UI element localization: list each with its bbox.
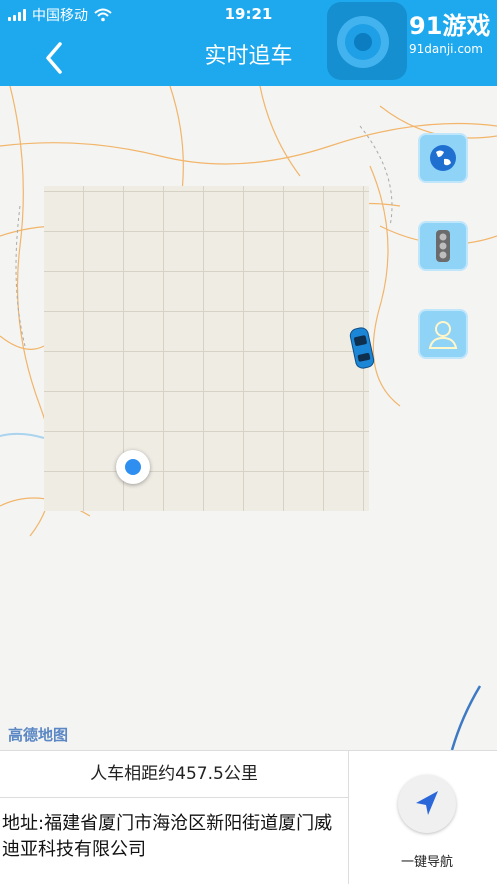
map-view[interactable]: 高德地图 <box>0 86 497 750</box>
navigation-arrow-icon <box>416 791 438 815</box>
navigate-label: 一键导航 <box>400 855 453 870</box>
watermark-ball-icon <box>327 2 407 80</box>
watermark-url: 91danji.com <box>409 42 483 56</box>
distance-text: 人车相距约457.5公里 <box>0 751 348 798</box>
navigate-button[interactable] <box>398 775 456 833</box>
traffic-light-icon <box>436 230 450 262</box>
person-icon <box>428 321 458 349</box>
address-text: 地址:福建省厦门市海沧区新阳街道厦门威迪亚科技有限公司 <box>2 813 333 860</box>
map-attribution: 高德地图 <box>8 726 69 744</box>
info-panel: 人车相距约457.5公里 地址:福建省厦门市海沧区新阳街道厦门威迪亚科技有限公司… <box>0 750 497 884</box>
watermark-logo: 91游戏 91danji.com <box>327 2 497 82</box>
car-marker-icon <box>347 324 377 372</box>
my-location-marker <box>116 450 150 484</box>
person-button[interactable] <box>418 309 468 359</box>
globe-icon <box>430 145 456 171</box>
watermark-number: 91 <box>409 12 443 40</box>
map-tile-grid <box>44 186 369 511</box>
divider <box>348 751 349 884</box>
watermark-brand: 游戏 <box>442 12 491 40</box>
globe-button[interactable] <box>418 133 468 183</box>
traffic-button[interactable] <box>418 221 468 271</box>
